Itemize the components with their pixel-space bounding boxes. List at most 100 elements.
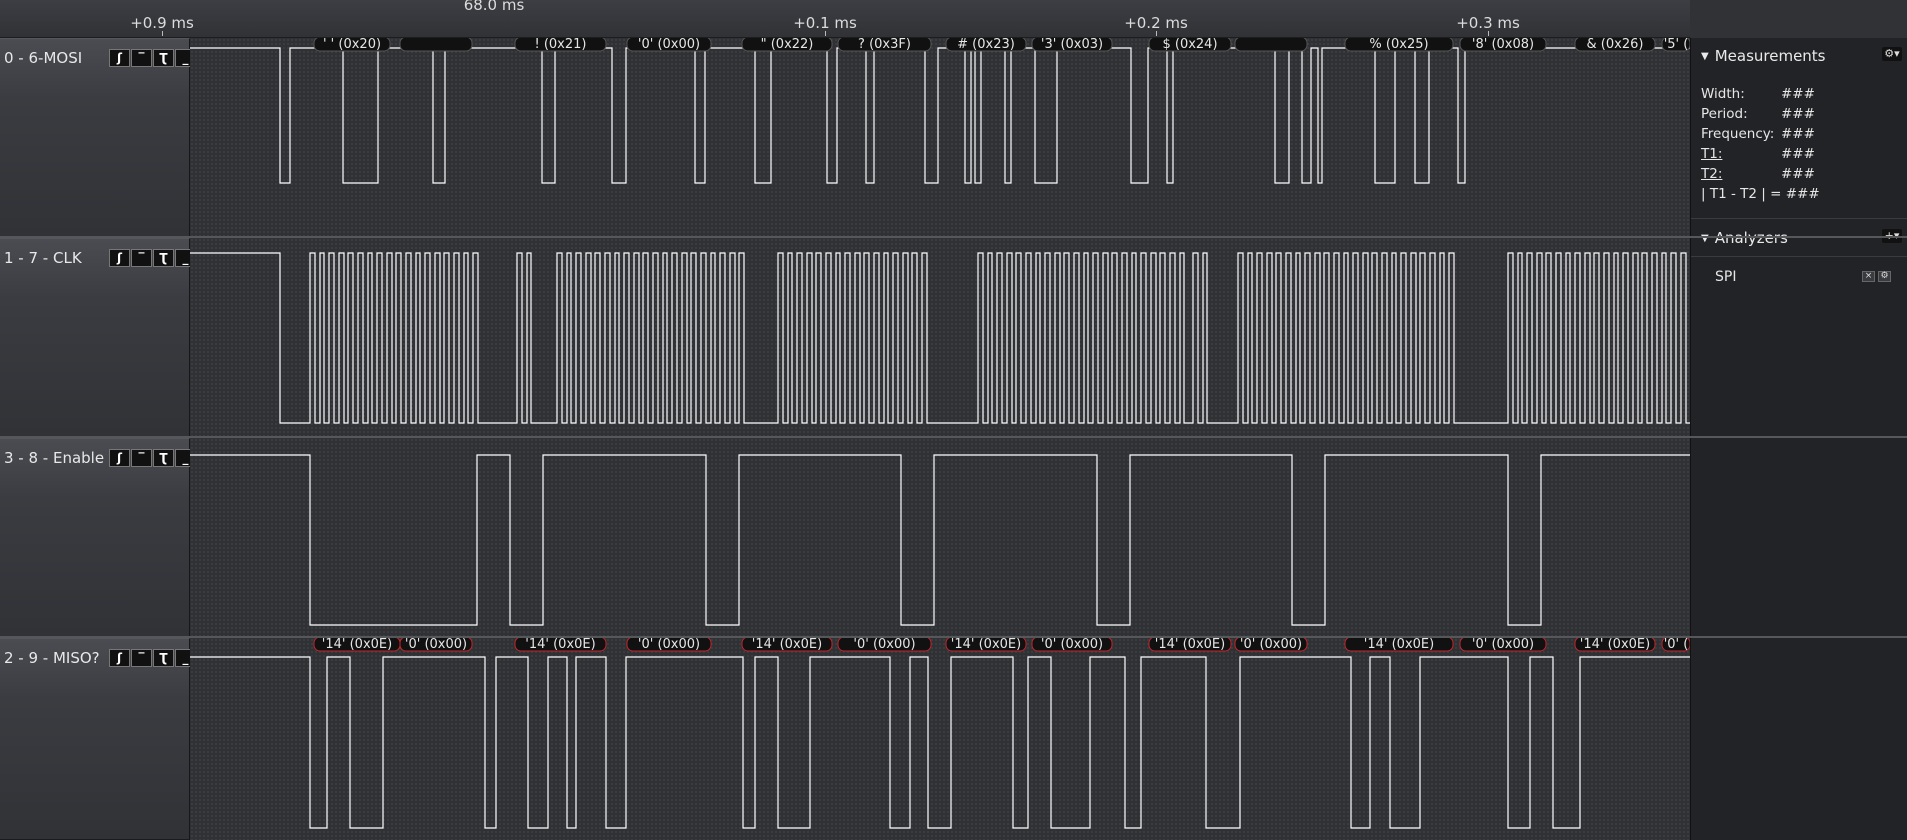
rising-edge-trigger-icon[interactable]: ʃ (109, 649, 130, 667)
measurement-label: Period: (1701, 106, 1748, 122)
mosi-decode-text: '5' ( (1664, 38, 1689, 52)
miso-decode-bubble[interactable]: '14' (0x0E) (1574, 636, 1656, 652)
collapse-arrow-icon[interactable]: ▼ (1701, 233, 1709, 244)
collapse-arrow-icon[interactable]: ▼ (1701, 51, 1709, 62)
time-tick-mark (162, 31, 163, 36)
falling-edge-trigger-icon[interactable]: Ʈ (153, 49, 174, 67)
mosi-decode-bubble[interactable]: % (0x25) (1344, 36, 1454, 52)
time-tick-label: +0.1 ms (793, 14, 857, 32)
mosi-decode-bubble[interactable]: $ (0x24) (1148, 36, 1232, 52)
mosi-decode-bubble-shape (1234, 36, 1308, 52)
channel-label-0[interactable]: 0 - 6-MOSI ʃ ‾ Ʈ _ (0, 38, 196, 238)
channel-name[interactable]: 2 - 9 - MISO? (4, 649, 100, 667)
time-tick-mark (825, 31, 826, 36)
high-level-trigger-icon[interactable]: ‾ (131, 449, 152, 467)
miso-decode-text: '0' (0x00) (638, 637, 700, 652)
high-level-trigger-icon[interactable]: ‾ (131, 249, 152, 267)
waveform-canvas[interactable]: ' ' (0x20) ! (0x21) '0' (0x00) " (0x22) ? (0… (190, 36, 1691, 840)
divider (1691, 218, 1907, 219)
mosi-decode-text: ' ' (0x20) (323, 38, 381, 52)
measurement-value: ### (1781, 126, 1815, 142)
mosi-decode-bubble[interactable]: '8' (0x08) (1459, 36, 1547, 52)
channel-name[interactable]: 3 - 8 - Enable (4, 449, 104, 467)
mosi-decode-bubble[interactable] (399, 36, 473, 52)
time-tick-mark (1156, 31, 1157, 36)
rising-edge-trigger-icon[interactable]: ʃ (109, 449, 130, 467)
falling-edge-trigger-icon[interactable]: Ʈ (153, 249, 174, 267)
gear-icon[interactable]: ⚙ (1878, 271, 1891, 282)
panel-header-spacer (1690, 0, 1907, 38)
miso-decode-bubble[interactable]: '0' ( (1661, 636, 1691, 652)
channel-label-2[interactable]: 3 - 8 - Enable ʃ ‾ Ʈ _ (0, 438, 196, 638)
miso-decode-bubble[interactable]: '0' (0x00) (1234, 636, 1308, 652)
miso-decode-text: '0' (0x00) (853, 637, 915, 652)
enable-waveform (190, 454, 1690, 626)
miso-decode-text: '0' (0x00) (1472, 637, 1534, 652)
time-tick-label: +0.9 ms (130, 14, 194, 32)
trigger-buttons: ʃ ‾ Ʈ _ (109, 249, 196, 267)
waveform-area[interactable]: ' ' (0x20) ! (0x21) '0' (0x00) " (0x22) ? (0… (190, 36, 1691, 840)
mosi-waveform (190, 47, 1690, 184)
close-icon[interactable]: × (1862, 271, 1875, 282)
mosi-decode-bubble[interactable]: ' ' (0x20) (313, 36, 391, 52)
mosi-decode-bubble[interactable]: '5' ( (1661, 36, 1691, 52)
measurement-value: ### (1781, 86, 1815, 102)
falling-edge-trigger-icon[interactable]: Ʈ (153, 649, 174, 667)
measurement-label: T2: (1701, 166, 1723, 182)
measurement-label: | T1 - T2 | = (1701, 186, 1782, 202)
mosi-decode-text: ! (0x21) (535, 38, 587, 52)
channel-separator (0, 636, 1907, 638)
measurement-value: ### (1781, 146, 1815, 162)
measurement-row: Frequency: ### (1701, 126, 1815, 142)
miso-decode-bubble[interactable]: '14' (0x0E) (514, 636, 607, 652)
miso-decode-bubble[interactable]: '0' (0x00) (626, 636, 712, 652)
rising-edge-trigger-icon[interactable]: ʃ (109, 49, 130, 67)
channel-label-3[interactable]: 2 - 9 - MISO? ʃ ‾ Ʈ _ (0, 638, 196, 840)
mosi-decode-bubble[interactable]: ! (0x21) (514, 36, 607, 52)
miso-decode-text: '14' (0x0E) (752, 637, 822, 652)
mosi-decode-text: " (0x22) (761, 38, 814, 52)
falling-edge-trigger-icon[interactable]: Ʈ (153, 449, 174, 467)
mosi-decode-bubble[interactable] (1234, 36, 1308, 52)
analyzer-item-spi[interactable]: SPI (1715, 269, 1736, 285)
mosi-decode-bubble[interactable]: & (0x26) (1574, 36, 1656, 52)
mosi-decode-bubble[interactable]: " (0x22) (741, 36, 833, 52)
mosi-decode-text: $ (0x24) (1162, 38, 1217, 52)
trigger-buttons: ʃ ‾ Ʈ _ (109, 649, 196, 667)
mosi-decode-bubble-shape (399, 36, 473, 52)
measurement-row: Width: ### (1701, 86, 1815, 102)
miso-waveform (190, 656, 1690, 829)
miso-decode-bubble[interactable]: '0' (0x00) (837, 636, 932, 652)
miso-decode-bubble[interactable]: '14' (0x0E) (945, 636, 1027, 652)
channel-label-1[interactable]: 1 - 7 - CLK ʃ ‾ Ʈ _ (0, 238, 196, 438)
miso-decode-text: '0' (0x00) (1240, 637, 1302, 652)
analyzers-title: Analyzers (1714, 229, 1788, 247)
miso-decode-bubble[interactable]: '0' (0x00) (1459, 636, 1547, 652)
miso-decode-bubble[interactable]: '0' (0x00) (1031, 636, 1113, 652)
measurement-row: T1: ### (1701, 146, 1815, 162)
mosi-decode-bubble[interactable]: # (0x23) (945, 36, 1027, 52)
high-level-trigger-icon[interactable]: ‾ (131, 649, 152, 667)
miso-decode-bubble[interactable]: '0' (0x00) (399, 636, 473, 652)
miso-decode-bubble[interactable]: '14' (0x0E) (1148, 636, 1232, 652)
mosi-decode-bubble[interactable]: '0' (0x00) (626, 36, 712, 52)
mosi-decode-bubble[interactable]: '3' (0x03) (1031, 36, 1113, 52)
miso-decode-bubble[interactable]: '14' (0x0E) (313, 636, 401, 652)
channel-name[interactable]: 1 - 7 - CLK (4, 249, 82, 267)
measurements-title: Measurements (1714, 47, 1826, 65)
analyzers-header[interactable]: ▼ Analyzers +▾ (1691, 222, 1907, 254)
gear-icon[interactable]: ⚙▾ (1882, 47, 1902, 61)
channel-name[interactable]: 0 - 6-MOSI (4, 49, 82, 67)
time-ruler[interactable]: 68.0 ms +0.9 ms+0.1 ms+0.2 ms+0.3 ms+0.4… (0, 0, 1852, 38)
high-level-trigger-icon[interactable]: ‾ (131, 49, 152, 67)
miso-decode-text: '14' (0x0E) (525, 637, 595, 652)
rising-edge-trigger-icon[interactable]: ʃ (109, 249, 130, 267)
mosi-decode-text: % (0x25) (1369, 38, 1428, 52)
measurement-label: Frequency: (1701, 126, 1775, 142)
mosi-decode-bubble[interactable]: ? (0x3F) (837, 36, 932, 52)
miso-decode-text: '14' (0x0E) (1155, 637, 1225, 652)
mosi-decode-text: '8' (0x08) (1472, 38, 1534, 52)
miso-decode-bubble[interactable]: '14' (0x0E) (741, 636, 833, 652)
measurements-header[interactable]: ▼ Measurements ⚙▾ (1691, 40, 1907, 72)
miso-decode-bubble[interactable]: '14' (0x0E) (1344, 636, 1454, 652)
